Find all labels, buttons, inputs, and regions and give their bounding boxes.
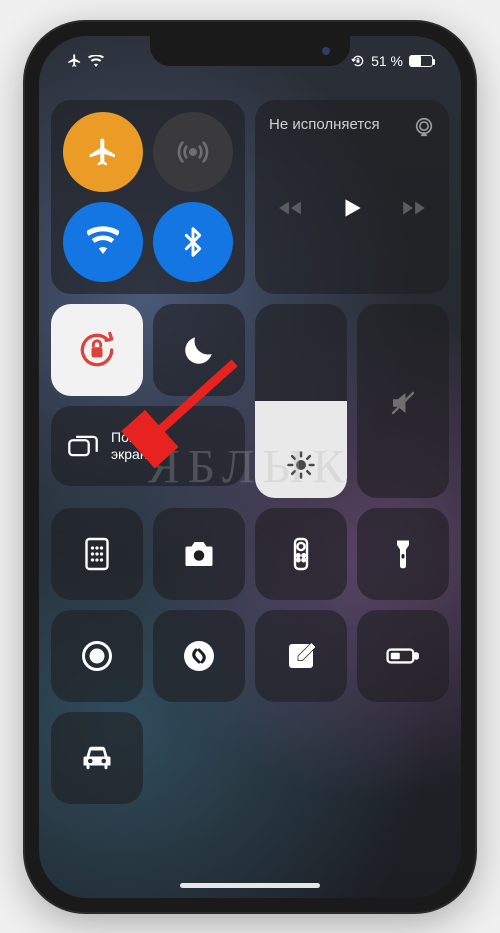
previous-track-button[interactable] — [277, 195, 303, 221]
low-power-mode-button[interactable] — [357, 610, 449, 702]
notes-icon — [283, 638, 319, 674]
screen: 51 % — [39, 36, 461, 898]
media-controls[interactable]: Не исполняется — [255, 100, 449, 294]
wifi-toggle[interactable] — [63, 202, 143, 282]
notes-button[interactable] — [255, 610, 347, 702]
screen-record-button[interactable] — [51, 610, 143, 702]
orientation-lock-icon — [75, 328, 119, 372]
control-center: Не исполняется — [39, 36, 461, 898]
screen-mirror-icon — [67, 432, 99, 460]
brightness-icon — [286, 450, 316, 480]
play-button[interactable] — [339, 195, 365, 221]
app-shortcuts — [51, 508, 449, 804]
wifi-status-icon — [88, 55, 104, 67]
airplane-status-icon — [67, 53, 82, 68]
bluetooth-icon — [177, 226, 209, 258]
apple-tv-remote-button[interactable] — [255, 508, 347, 600]
battery-percent: 51 % — [371, 53, 403, 69]
car-icon — [79, 740, 115, 776]
next-track-button[interactable] — [401, 195, 427, 221]
brightness-slider[interactable] — [255, 304, 347, 498]
cellular-data-toggle[interactable] — [153, 112, 233, 192]
flashlight-button[interactable] — [357, 508, 449, 600]
camera-button[interactable] — [153, 508, 245, 600]
cellular-icon — [177, 136, 209, 168]
media-title: Не исполняется — [269, 116, 380, 133]
battery-icon — [409, 55, 433, 67]
home-indicator[interactable] — [180, 883, 320, 888]
battery-icon — [385, 638, 421, 674]
bluetooth-toggle[interactable] — [153, 202, 233, 282]
airplane-mode-toggle[interactable] — [63, 112, 143, 192]
airplay-icon[interactable] — [413, 116, 435, 138]
screen-record-icon — [79, 638, 115, 674]
shazam-icon — [181, 638, 217, 674]
volume-slider[interactable] — [357, 304, 449, 498]
remote-icon — [283, 536, 319, 572]
calculator-button[interactable] — [51, 508, 143, 600]
shazam-button[interactable] — [153, 610, 245, 702]
connectivity-group[interactable] — [51, 100, 245, 294]
driving-mode-button[interactable] — [51, 712, 143, 804]
flashlight-icon — [385, 536, 421, 572]
phone-frame: 51 % — [25, 22, 475, 912]
volume-mute-icon — [388, 388, 418, 418]
calculator-icon — [79, 536, 115, 572]
airplane-icon — [87, 136, 119, 168]
wifi-icon — [87, 226, 119, 258]
notch — [150, 36, 350, 66]
orientation-lock-toggle[interactable] — [51, 304, 143, 396]
orientation-lock-status-icon — [351, 54, 365, 68]
camera-icon — [181, 536, 217, 572]
